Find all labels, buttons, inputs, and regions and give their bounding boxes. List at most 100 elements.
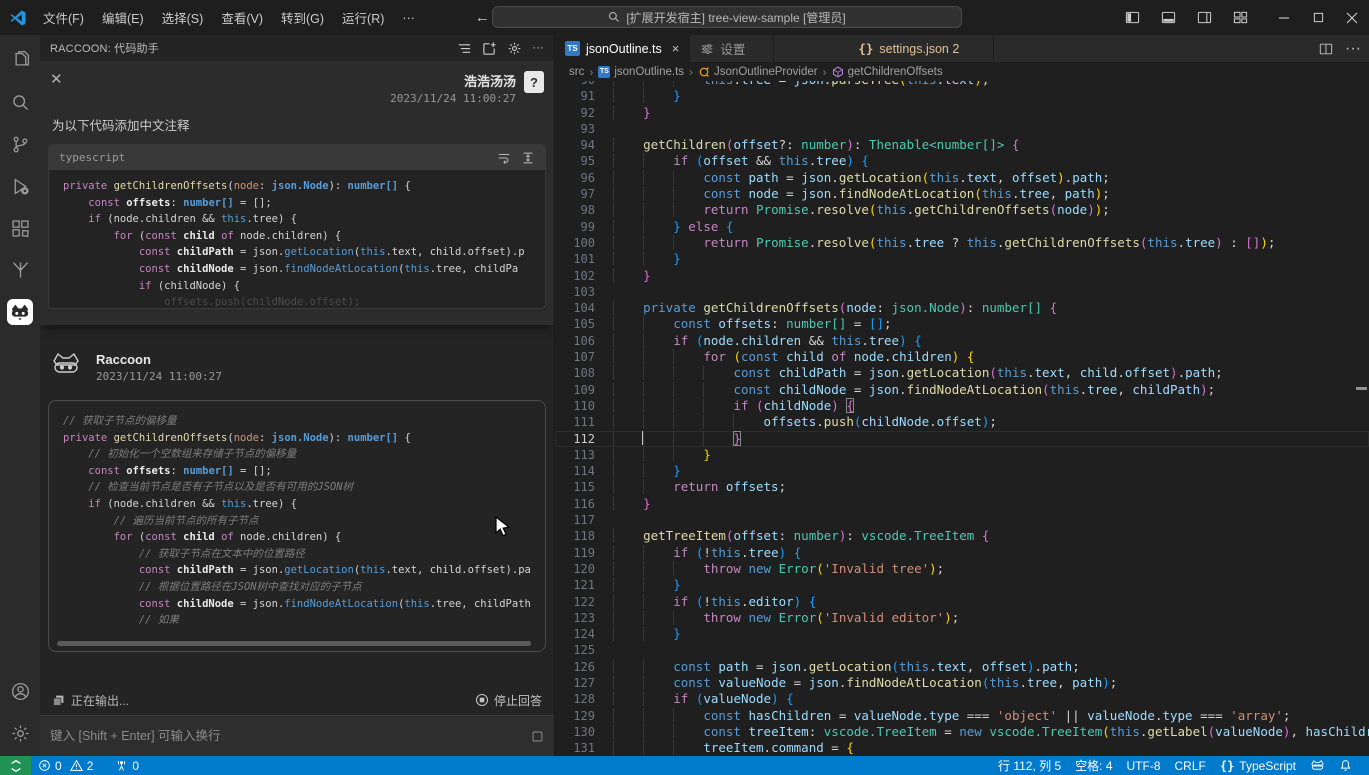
- toggle-panel-icon[interactable]: [1151, 0, 1185, 35]
- code-line-110[interactable]: 110 if (childNode) {: [555, 398, 1369, 414]
- customize-layout-icon[interactable]: [1223, 0, 1257, 35]
- notifications-bell-icon[interactable]: [1332, 756, 1359, 775]
- run-debug-icon[interactable]: [0, 165, 40, 207]
- cursor-position[interactable]: 行 112, 列 5: [991, 756, 1068, 775]
- code-line-122[interactable]: 122 if (!this.editor) {: [555, 594, 1369, 610]
- code-line-101[interactable]: 101 }: [555, 251, 1369, 267]
- raccoon-settings-icon[interactable]: [507, 41, 522, 56]
- close-tab-icon[interactable]: ×: [672, 41, 680, 56]
- problems-indicator[interactable]: 0 2: [31, 756, 100, 775]
- extensions-icon[interactable]: [0, 207, 40, 249]
- search-sidebar-icon[interactable]: [0, 81, 40, 123]
- code-line-125[interactable]: 125: [555, 642, 1369, 658]
- breadcrumb-class[interactable]: JsonOutlineProvider: [698, 66, 818, 78]
- code-line-94[interactable]: 94 getChildren(offset?: number): Thenabl…: [555, 137, 1369, 153]
- code-line-131[interactable]: 131 treeItem.command = {: [555, 740, 1369, 756]
- assistant-code-lines[interactable]: // 获取子节点的偏移量private getChildrenOffsets(n…: [63, 413, 545, 629]
- settings-gear-icon[interactable]: [0, 712, 40, 754]
- code-line-112[interactable]: 112 }: [555, 431, 1369, 447]
- code-line-104[interactable]: 104 private getChildrenOffsets(node: jso…: [555, 300, 1369, 316]
- split-editor-icon[interactable]: [1319, 42, 1333, 56]
- code-line-111[interactable]: 111 offsets.push(childNode.offset);: [555, 414, 1369, 430]
- nav-back-icon[interactable]: ←: [475, 9, 490, 26]
- explorer-icon[interactable]: [0, 39, 40, 81]
- code-line-119[interactable]: 119 if (!this.tree) {: [555, 545, 1369, 561]
- horizontal-scrollbar[interactable]: [57, 641, 531, 646]
- remote-indicator[interactable]: [0, 756, 31, 775]
- expand-code-icon[interactable]: [521, 151, 535, 165]
- code-line-95[interactable]: 95 if (offset && this.tree) {: [555, 153, 1369, 169]
- send-icon[interactable]: [531, 730, 544, 743]
- code-line-90[interactable]: 90 this.tree = json.parseTree(this.text)…: [555, 81, 1369, 88]
- code-line-97[interactable]: 97 const node = json.findNodeAtLocation(…: [555, 186, 1369, 202]
- code-editor[interactable]: 90 this.tree = json.parseTree(this.text)…: [555, 81, 1369, 756]
- clear-history-icon[interactable]: [457, 41, 472, 56]
- code-line-130[interactable]: 130 const treeItem: vscode.TreeItem = ne…: [555, 724, 1369, 740]
- chat-input[interactable]: [50, 729, 523, 743]
- code-line-116[interactable]: 116 }: [555, 496, 1369, 512]
- source-control-icon[interactable]: [0, 123, 40, 165]
- language-mode[interactable]: {}TypeScript: [1213, 756, 1303, 775]
- menu-goto[interactable]: 转到(G): [273, 4, 332, 31]
- dismiss-message-icon[interactable]: ✕: [50, 73, 66, 89]
- code-line-113[interactable]: 113 }: [555, 447, 1369, 463]
- more-editor-actions-icon[interactable]: ···: [1345, 40, 1361, 58]
- code-line-128[interactable]: 128 if (valueNode) {: [555, 691, 1369, 707]
- code-line-93[interactable]: 93: [555, 121, 1369, 137]
- code-line-100[interactable]: 100 return Promise.resolve(this.tree ? t…: [555, 235, 1369, 251]
- code-line-126[interactable]: 126 const path = json.getLocation(this.t…: [555, 659, 1369, 675]
- code-line-115[interactable]: 115 return offsets;: [555, 479, 1369, 495]
- code-line-123[interactable]: 123 throw new Error('Invalid editor');: [555, 610, 1369, 626]
- code-line-124[interactable]: 124 }: [555, 626, 1369, 642]
- more-actions-icon[interactable]: ···: [532, 42, 544, 54]
- menu-file[interactable]: 文件(F): [35, 4, 92, 31]
- stop-answer-button[interactable]: 停止回答: [475, 692, 542, 709]
- new-chat-icon[interactable]: [482, 41, 497, 56]
- menu-view[interactable]: 查看(V): [213, 4, 271, 31]
- code-line-118[interactable]: 118 getTreeItem(offset: number): vscode.…: [555, 528, 1369, 544]
- code-line-91[interactable]: 91 }: [555, 88, 1369, 104]
- user-code-lines[interactable]: private getChildrenOffsets(node: json.No…: [49, 170, 545, 308]
- code-line-103[interactable]: 103: [555, 284, 1369, 300]
- tree-view-extension-icon[interactable]: [0, 249, 40, 291]
- raccoon-sidebar-icon[interactable]: [0, 291, 40, 333]
- ports-indicator[interactable]: 0: [108, 756, 146, 775]
- tab-jsonoutline[interactable]: TS jsonOutline.ts ×: [555, 35, 690, 62]
- tab-settings[interactable]: 设置: [690, 35, 774, 62]
- code-line-121[interactable]: 121 }: [555, 577, 1369, 593]
- tab-settings-json[interactable]: {} settings.json 2: [774, 35, 994, 62]
- code-line-114[interactable]: 114 }: [555, 463, 1369, 479]
- toggle-sidebar-icon[interactable]: [1115, 0, 1149, 35]
- menu-edit[interactable]: 编辑(E): [94, 4, 152, 31]
- command-center-search[interactable]: [扩展开发宿主] tree-view-sample [管理员]: [492, 6, 962, 28]
- code-line-106[interactable]: 106 if (node.children && this.tree) {: [555, 333, 1369, 349]
- code-line-109[interactable]: 109 const childNode = json.findNodeAtLoc…: [555, 382, 1369, 398]
- close-icon[interactable]: [1335, 0, 1369, 35]
- indentation[interactable]: 空格: 4: [1068, 756, 1119, 775]
- breadcrumb-src[interactable]: src: [569, 66, 584, 78]
- raccoon-status-icon[interactable]: [1303, 756, 1332, 775]
- eol-sequence[interactable]: CRLF: [1168, 756, 1213, 775]
- code-line-107[interactable]: 107 for (const child of node.children) {: [555, 349, 1369, 365]
- breadcrumb-method[interactable]: getChildrenOffsets: [832, 66, 943, 78]
- code-line-105[interactable]: 105 const offsets: number[] = [];: [555, 316, 1369, 332]
- code-line-117[interactable]: 117: [555, 512, 1369, 528]
- code-line-99[interactable]: 99 } else {: [555, 219, 1369, 235]
- chat-scroll-area[interactable]: ✕ 浩浩汤汤 2023/11/24 11:00:27 ? 为以下代码添加中文注释…: [40, 61, 554, 685]
- code-line-92[interactable]: 92 }: [555, 105, 1369, 121]
- code-line-102[interactable]: 102 }: [555, 268, 1369, 284]
- wrap-code-icon[interactable]: [497, 151, 511, 165]
- toggle-secondary-sidebar-icon[interactable]: [1187, 0, 1221, 35]
- account-icon[interactable]: [0, 670, 40, 712]
- code-line-96[interactable]: 96 const path = json.getLocation(this.te…: [555, 170, 1369, 186]
- menu-run[interactable]: 运行(R): [334, 4, 392, 31]
- code-line-127[interactable]: 127 const valueNode = json.findNodeAtLoc…: [555, 675, 1369, 691]
- menu-more[interactable]: ···: [394, 7, 423, 29]
- minimize-icon[interactable]: [1267, 0, 1301, 35]
- code-line-108[interactable]: 108 const childPath = json.getLocation(t…: [555, 365, 1369, 381]
- breadcrumb-file[interactable]: TSjsonOutline.ts: [598, 66, 684, 78]
- code-line-98[interactable]: 98 return Promise.resolve(this.getChildr…: [555, 202, 1369, 218]
- code-line-129[interactable]: 129 const hasChildren = valueNode.type =…: [555, 708, 1369, 724]
- maximize-icon[interactable]: [1301, 0, 1335, 35]
- code-line-120[interactable]: 120 throw new Error('Invalid tree');: [555, 561, 1369, 577]
